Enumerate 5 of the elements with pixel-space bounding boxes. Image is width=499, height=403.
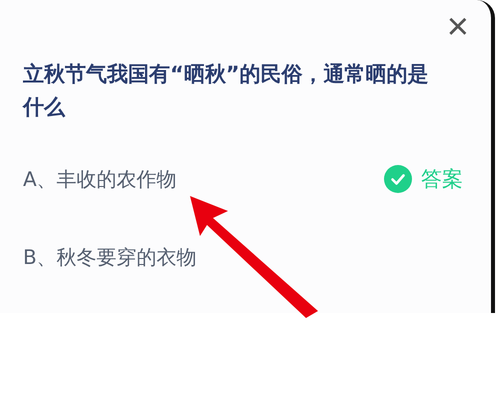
close-button[interactable]: ×	[446, 8, 469, 46]
answer-option[interactable]: B、秋冬要穿的衣物	[0, 237, 491, 277]
answer-label: 答案	[421, 166, 463, 193]
question-text: 立秋节气我国有“晒秋”的民俗，通常晒的是什么	[21, 61, 430, 121]
answer-option[interactable]: A、丰收的农作物 答案	[0, 159, 491, 199]
